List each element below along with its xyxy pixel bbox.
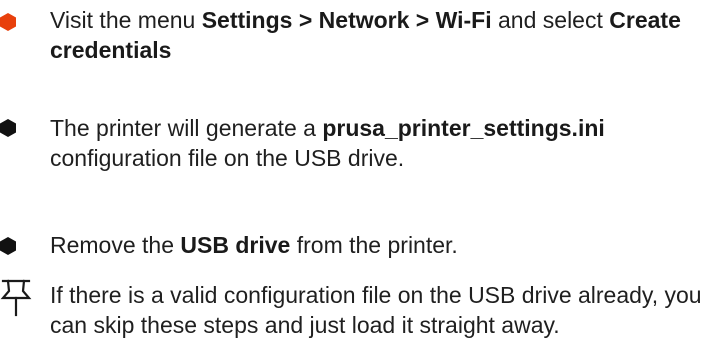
bullet-shape (0, 237, 16, 255)
step-text: Remove the USB drive from the printer. (50, 230, 705, 260)
hexagon-bullet-icon (0, 13, 16, 31)
step-text: The printer will generate a prusa_printe… (50, 113, 705, 173)
instruction-steps: Visit the menu Settings > Network > Wi-F… (0, 0, 713, 338)
bullet-shape (0, 13, 16, 31)
step-text: Visit the menu Settings > Network > Wi-F… (50, 5, 705, 65)
bold-term: prusa_printer_settings.ini (322, 115, 605, 141)
text-run: Visit the menu (50, 7, 202, 33)
text-run: The printer will generate a (50, 115, 323, 141)
pushpin-icon (0, 278, 33, 318)
hexagon-bullet-icon (0, 119, 16, 137)
text-run: and select (491, 7, 610, 33)
hexagon-bullet-icon (0, 237, 16, 255)
text-run: Remove the (50, 232, 181, 258)
text-run: from the printer. (290, 232, 458, 258)
bullet-shape (0, 119, 16, 137)
note-text: If there is a valid configuration file o… (50, 282, 702, 338)
bold-term: USB drive (180, 232, 291, 258)
bold-term: Settings > Network > Wi-Fi (201, 7, 492, 33)
text-run: configuration file on the USB drive. (50, 145, 405, 171)
